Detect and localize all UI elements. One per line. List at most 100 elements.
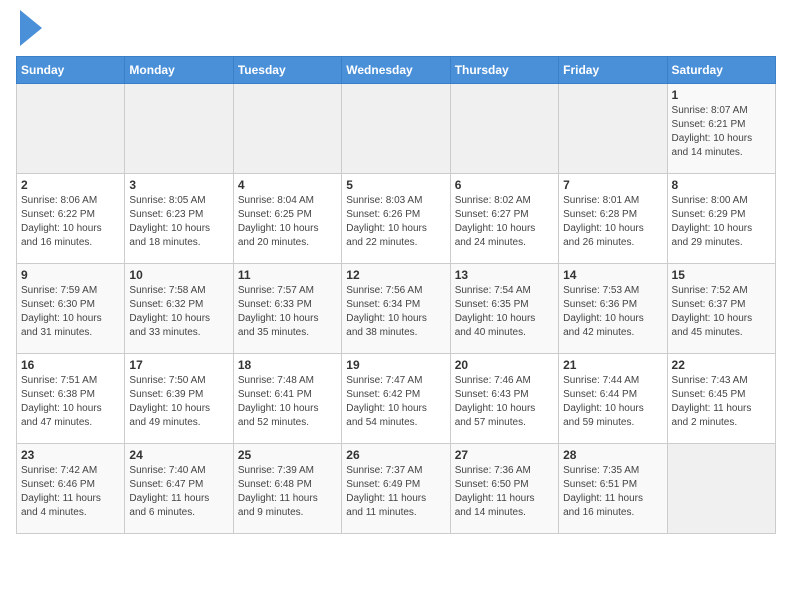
day-number: 26 bbox=[346, 448, 445, 462]
calendar-cell: 22 Sunrise: 7:43 AM Sunset: 6:45 PM Dayli… bbox=[667, 354, 775, 444]
calendar-cell: 27 Sunrise: 7:36 AM Sunset: 6:50 PM Dayli… bbox=[450, 444, 558, 534]
day-info: Sunrise: 7:58 AM Sunset: 6:32 PM Dayligh… bbox=[129, 284, 228, 340]
day-info: Sunrise: 8:06 AM Sunset: 6:22 PM Dayligh… bbox=[21, 194, 120, 250]
day-info: Sunrise: 7:56 AM Sunset: 6:34 PM Dayligh… bbox=[346, 284, 445, 340]
calendar-table: SundayMondayTuesdayWednesdayThursdayFrid… bbox=[16, 56, 776, 534]
calendar-cell bbox=[233, 84, 341, 174]
day-number: 21 bbox=[563, 358, 662, 372]
day-info: Sunrise: 7:48 AM Sunset: 6:41 PM Dayligh… bbox=[238, 374, 337, 430]
calendar-cell: 23 Sunrise: 7:42 AM Sunset: 6:46 PM Dayli… bbox=[17, 444, 125, 534]
page-header bbox=[16, 16, 776, 46]
day-header-friday: Friday bbox=[559, 57, 667, 84]
calendar-cell: 16 Sunrise: 7:51 AM Sunset: 6:38 PM Dayli… bbox=[17, 354, 125, 444]
calendar-cell: 7 Sunrise: 8:01 AM Sunset: 6:28 PM Daylig… bbox=[559, 174, 667, 264]
calendar-cell bbox=[342, 84, 450, 174]
day-number: 22 bbox=[672, 358, 771, 372]
day-number: 12 bbox=[346, 268, 445, 282]
day-info: Sunrise: 7:35 AM Sunset: 6:51 PM Dayligh… bbox=[563, 464, 662, 520]
day-number: 3 bbox=[129, 178, 228, 192]
day-number: 2 bbox=[21, 178, 120, 192]
calendar-cell: 25Sunrise: 7:39 AM Sunset: 6:48 PM Dayli… bbox=[233, 444, 341, 534]
day-info: Sunrise: 7:52 AM Sunset: 6:37 PM Dayligh… bbox=[672, 284, 771, 340]
day-info: Sunrise: 8:02 AM Sunset: 6:27 PM Dayligh… bbox=[455, 194, 554, 250]
day-info: Sunrise: 8:04 AM Sunset: 6:25 PM Dayligh… bbox=[238, 194, 337, 250]
day-info: Sunrise: 7:47 AM Sunset: 6:42 PM Dayligh… bbox=[346, 374, 445, 430]
calendar-week-4: 16 Sunrise: 7:51 AM Sunset: 6:38 PM Dayli… bbox=[17, 354, 776, 444]
calendar-cell: 26 Sunrise: 7:37 AM Sunset: 6:49 PM Dayli… bbox=[342, 444, 450, 534]
calendar-cell bbox=[450, 84, 558, 174]
day-info: Sunrise: 8:01 AM Sunset: 6:28 PM Dayligh… bbox=[563, 194, 662, 250]
day-number: 28 bbox=[563, 448, 662, 462]
calendar-cell: 17 Sunrise: 7:50 AM Sunset: 6:39 PM Dayli… bbox=[125, 354, 233, 444]
day-info: Sunrise: 7:59 AM Sunset: 6:30 PM Dayligh… bbox=[21, 284, 120, 340]
day-info: Sunrise: 8:00 AM Sunset: 6:29 PM Dayligh… bbox=[672, 194, 771, 250]
day-info: Sunrise: 7:43 AM Sunset: 6:45 PM Dayligh… bbox=[672, 374, 771, 430]
calendar-cell: 6 Sunrise: 8:02 AM Sunset: 6:27 PM Daylig… bbox=[450, 174, 558, 264]
day-number: 1 bbox=[672, 88, 771, 102]
calendar-cell: 24 Sunrise: 7:40 AM Sunset: 6:47 PM Dayli… bbox=[125, 444, 233, 534]
calendar-cell: 20 Sunrise: 7:46 AM Sunset: 6:43 PM Dayli… bbox=[450, 354, 558, 444]
day-info: Sunrise: 7:53 AM Sunset: 6:36 PM Dayligh… bbox=[563, 284, 662, 340]
calendar-cell bbox=[559, 84, 667, 174]
calendar-cell bbox=[667, 444, 775, 534]
day-info: Sunrise: 8:05 AM Sunset: 6:23 PM Dayligh… bbox=[129, 194, 228, 250]
day-info: Sunrise: 7:50 AM Sunset: 6:39 PM Dayligh… bbox=[129, 374, 228, 430]
calendar-cell: 2 Sunrise: 8:06 AM Sunset: 6:22 PM Daylig… bbox=[17, 174, 125, 264]
day-info: Sunrise: 7:40 AM Sunset: 6:47 PM Dayligh… bbox=[129, 464, 228, 520]
day-number: 14 bbox=[563, 268, 662, 282]
day-number: 20 bbox=[455, 358, 554, 372]
calendar-cell: 18 Sunrise: 7:48 AM Sunset: 6:41 PM Dayli… bbox=[233, 354, 341, 444]
day-number: 17 bbox=[129, 358, 228, 372]
logo-arrow bbox=[20, 10, 42, 46]
calendar-cell: 9 Sunrise: 7:59 AM Sunset: 6:30 PM Daylig… bbox=[17, 264, 125, 354]
calendar-cell: 8 Sunrise: 8:00 AM Sunset: 6:29 PM Daylig… bbox=[667, 174, 775, 264]
day-info: Sunrise: 7:39 AM Sunset: 6:48 PM Dayligh… bbox=[238, 464, 337, 520]
calendar-cell bbox=[17, 84, 125, 174]
calendar-cell: 28 Sunrise: 7:35 AM Sunset: 6:51 PM Dayli… bbox=[559, 444, 667, 534]
day-header-thursday: Thursday bbox=[450, 57, 558, 84]
day-number: 6 bbox=[455, 178, 554, 192]
day-number: 18 bbox=[238, 358, 337, 372]
day-info: Sunrise: 7:44 AM Sunset: 6:44 PM Dayligh… bbox=[563, 374, 662, 430]
day-number: 8 bbox=[672, 178, 771, 192]
day-number: 27 bbox=[455, 448, 554, 462]
calendar-cell: 3 Sunrise: 8:05 AM Sunset: 6:23 PM Daylig… bbox=[125, 174, 233, 264]
day-number: 11 bbox=[238, 268, 337, 282]
calendar-cell: 13Sunrise: 7:54 AM Sunset: 6:35 PM Dayli… bbox=[450, 264, 558, 354]
calendar-cell: 5 Sunrise: 8:03 AM Sunset: 6:26 PM Daylig… bbox=[342, 174, 450, 264]
calendar-week-3: 9 Sunrise: 7:59 AM Sunset: 6:30 PM Daylig… bbox=[17, 264, 776, 354]
calendar-cell bbox=[125, 84, 233, 174]
day-number: 16 bbox=[21, 358, 120, 372]
calendar-cell: 14 Sunrise: 7:53 AM Sunset: 6:36 PM Dayli… bbox=[559, 264, 667, 354]
day-number: 10 bbox=[129, 268, 228, 282]
day-header-saturday: Saturday bbox=[667, 57, 775, 84]
day-info: Sunrise: 7:57 AM Sunset: 6:33 PM Dayligh… bbox=[238, 284, 337, 340]
day-info: Sunrise: 7:51 AM Sunset: 6:38 PM Dayligh… bbox=[21, 374, 120, 430]
calendar-cell: 21 Sunrise: 7:44 AM Sunset: 6:44 PM Dayli… bbox=[559, 354, 667, 444]
calendar-cell: 11 Sunrise: 7:57 AM Sunset: 6:33 PM Dayli… bbox=[233, 264, 341, 354]
day-info: Sunrise: 7:37 AM Sunset: 6:49 PM Dayligh… bbox=[346, 464, 445, 520]
day-number: 24 bbox=[129, 448, 228, 462]
day-number: 9 bbox=[21, 268, 120, 282]
day-header-sunday: Sunday bbox=[17, 57, 125, 84]
day-number: 13 bbox=[455, 268, 554, 282]
day-number: 7 bbox=[563, 178, 662, 192]
day-info: Sunrise: 7:36 AM Sunset: 6:50 PM Dayligh… bbox=[455, 464, 554, 520]
day-number: 19 bbox=[346, 358, 445, 372]
day-header-monday: Monday bbox=[125, 57, 233, 84]
day-header-tuesday: Tuesday bbox=[233, 57, 341, 84]
calendar-header-row: SundayMondayTuesdayWednesdayThursdayFrid… bbox=[17, 57, 776, 84]
calendar-cell: 12 Sunrise: 7:56 AM Sunset: 6:34 PM Dayli… bbox=[342, 264, 450, 354]
calendar-week-2: 2 Sunrise: 8:06 AM Sunset: 6:22 PM Daylig… bbox=[17, 174, 776, 264]
day-header-wednesday: Wednesday bbox=[342, 57, 450, 84]
calendar-week-1: 1 Sunrise: 8:07 AM Sunset: 6:21 PM Daylig… bbox=[17, 84, 776, 174]
day-number: 5 bbox=[346, 178, 445, 192]
day-info: Sunrise: 7:46 AM Sunset: 6:43 PM Dayligh… bbox=[455, 374, 554, 430]
day-info: Sunrise: 8:03 AM Sunset: 6:26 PM Dayligh… bbox=[346, 194, 445, 250]
day-number: 23 bbox=[21, 448, 120, 462]
day-info: Sunrise: 8:07 AM Sunset: 6:21 PM Dayligh… bbox=[672, 104, 771, 160]
day-number: 15 bbox=[672, 268, 771, 282]
calendar-week-5: 23 Sunrise: 7:42 AM Sunset: 6:46 PM Dayli… bbox=[17, 444, 776, 534]
day-info: Sunrise: 7:42 AM Sunset: 6:46 PM Dayligh… bbox=[21, 464, 120, 520]
calendar-cell: 15 Sunrise: 7:52 AM Sunset: 6:37 PM Dayli… bbox=[667, 264, 775, 354]
